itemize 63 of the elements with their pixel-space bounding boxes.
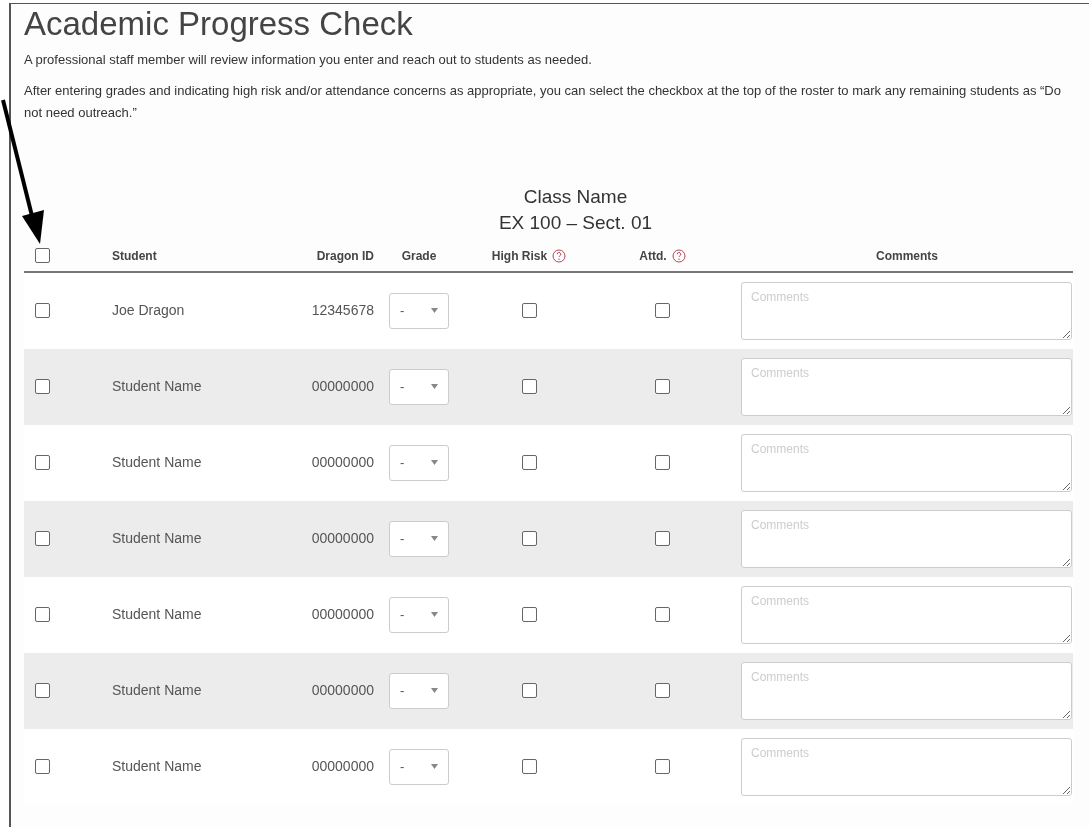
section-name: EX 100 – Sect. 01 [498,210,653,235]
intro-text: A professional staff member will review information you enter and reach out to students as needed. [24,51,593,69]
dragon-id: 00000000 [311,758,374,774]
student-name: Joe Dragon [112,302,185,318]
dragon-id: 00000000 [311,530,374,546]
row-checkbox[interactable] [35,379,50,394]
student-name: Student Name [112,454,202,470]
help-icon[interactable] [671,248,686,263]
caret-icon [431,764,438,769]
row-checkbox[interactable] [35,531,50,546]
caret-icon [431,536,438,541]
instructions-text: After entering grades and indicating high risk and/or attendance concerns as appropriate, you can select the checkbox at the top of the roster to mark any remaining students as “Do not need outreach.” [24,81,1062,122]
column-header: Grade [401,247,437,265]
high-risk-checkbox[interactable] [521,759,537,774]
caret-icon [431,688,438,693]
column-header: High Risk [491,247,548,265]
attendance-checkbox[interactable] [655,531,670,546]
column-header: Dragon ID [316,247,374,265]
attendance-checkbox[interactable] [655,455,670,470]
select-all-checkbox[interactable] [35,248,50,263]
attendance-checkbox[interactable] [655,303,670,318]
grade-dropdown[interactable]: - [389,368,449,405]
grade-dropdown[interactable]: - [389,748,449,785]
student-name: Student Name [112,682,202,698]
attendance-checkbox[interactable] [655,759,670,774]
help-icon[interactable] [552,248,567,263]
high-risk-checkbox[interactable] [521,607,537,622]
caret-icon [431,384,438,389]
caret-icon [431,460,438,465]
high-risk-checkbox[interactable] [521,531,537,546]
dragon-id: 00000000 [311,682,374,698]
dragon-id: 00000000 [311,606,374,622]
grade-dropdown[interactable]: - [389,444,449,481]
dragon-id: 12345678 [311,302,374,318]
grade-dropdown[interactable]: - [389,292,449,329]
high-risk-checkbox[interactable] [521,455,537,470]
student-name: Student Name [112,378,202,394]
dragon-id: 00000000 [311,378,374,394]
page-title: Academic Progress Check [24,4,413,44]
high-risk-checkbox[interactable] [521,683,537,698]
attendance-checkbox[interactable] [655,379,670,394]
row-checkbox[interactable] [35,303,50,318]
caret-icon [431,308,438,313]
high-risk-checkbox[interactable] [521,303,537,318]
column-header: Attd. [639,247,667,265]
grade-dropdown[interactable]: - [389,596,449,633]
grade-dropdown[interactable]: - [389,672,449,709]
class-name: Class Name [523,184,628,209]
caret-icon [431,612,438,617]
student-name: Student Name [112,606,202,622]
dragon-id: 00000000 [311,454,374,470]
high-risk-checkbox[interactable] [521,379,537,394]
student-name: Student Name [112,530,202,546]
row-checkbox[interactable] [35,607,50,622]
row-checkbox[interactable] [35,455,50,470]
student-name: Student Name [112,758,202,774]
attendance-checkbox[interactable] [655,683,670,698]
grade-dropdown[interactable]: - [389,520,449,557]
column-header: Student [112,247,157,265]
attendance-checkbox[interactable] [655,607,670,622]
column-header: Comments [876,247,938,265]
row-checkbox[interactable] [35,683,50,698]
row-checkbox[interactable] [35,759,50,774]
